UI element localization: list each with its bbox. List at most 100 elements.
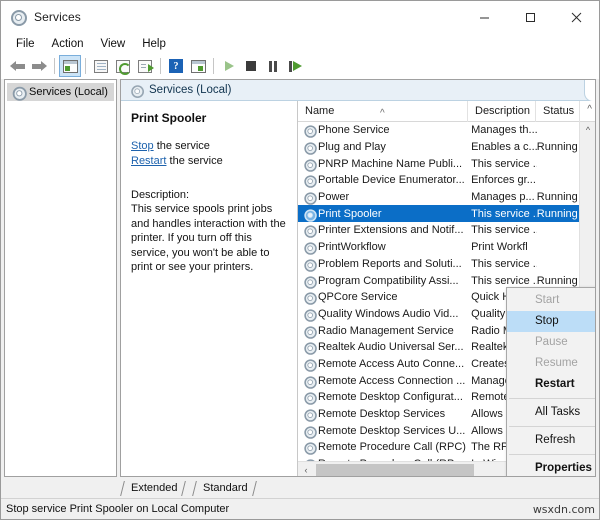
- service-gear-icon: [304, 409, 315, 420]
- service-gear-icon: [304, 392, 315, 403]
- cell-description: This service ...: [471, 258, 537, 270]
- stop-service-icon[interactable]: [240, 55, 262, 77]
- service-gear-icon: [304, 342, 315, 353]
- table-row[interactable]: PrintWorkflowPrint Workfl: [298, 239, 580, 256]
- table-row[interactable]: Plug and PlayEnables a c...Running: [298, 139, 580, 156]
- table-row[interactable]: Print SpoolerThis service ...Running: [298, 205, 580, 222]
- services-window: Services File Action View Help ?: [0, 0, 600, 520]
- context-menu-item-label: Pause: [535, 336, 568, 348]
- cell-service-name: Printer Extensions and Notif...: [318, 224, 471, 236]
- export-list-icon[interactable]: [134, 55, 156, 77]
- context-menu-item-label: All Tasks: [535, 406, 580, 418]
- show-action-pane-icon[interactable]: [187, 55, 209, 77]
- service-gear-icon: [304, 125, 315, 136]
- cell-description: Print Workfl: [471, 241, 537, 253]
- cell-service-name: PNRP Machine Name Publi...: [318, 158, 471, 170]
- table-row[interactable]: Phone ServiceManages th...: [298, 122, 580, 139]
- menu-view[interactable]: View: [93, 36, 135, 52]
- scroll-left-button[interactable]: ‹: [298, 462, 314, 477]
- context-menu-item-restart[interactable]: Restart: [507, 374, 596, 395]
- back-arrow-icon[interactable]: [6, 55, 28, 77]
- cell-service-name: Remote Procedure Call (RPC): [318, 441, 471, 453]
- cell-status: Running: [537, 191, 580, 203]
- table-row[interactable]: Printer Extensions and Notif...This serv…: [298, 222, 580, 239]
- table-row[interactable]: PNRP Machine Name Publi...This service .…: [298, 155, 580, 172]
- window-title: Services: [34, 10, 81, 24]
- service-gear-icon: [304, 225, 315, 236]
- context-menu-item-label: Start: [535, 294, 559, 306]
- start-service-icon[interactable]: [218, 55, 240, 77]
- scroll-up-button[interactable]: ^: [580, 122, 595, 138]
- forward-arrow-icon[interactable]: [28, 55, 50, 77]
- stop-service-link[interactable]: Stop: [131, 140, 154, 152]
- service-gear-icon: [304, 442, 315, 453]
- column-header-description[interactable]: Description: [468, 101, 536, 122]
- service-detail-panel: Print Spooler Stop the service Restart t…: [121, 101, 297, 477]
- cell-description: This service ...: [471, 275, 537, 287]
- scroll-up-caret-icon: ^: [587, 104, 592, 115]
- restart-service-link[interactable]: Restart: [131, 155, 166, 167]
- menu-separator: [509, 398, 596, 399]
- context-menu-item-all-tasks[interactable]: All Tasks>: [507, 402, 596, 423]
- context-menu-item-pause: Pause: [507, 332, 596, 353]
- menu-help[interactable]: Help: [134, 36, 175, 52]
- context-menu-item-properties[interactable]: Properties: [507, 458, 596, 477]
- service-gear-icon: [304, 158, 315, 169]
- service-gear-icon: [304, 425, 315, 436]
- restart-service-suffix: the service: [166, 155, 222, 167]
- column-header-name[interactable]: Name ^: [298, 101, 468, 122]
- toolbar-separator: [54, 58, 55, 74]
- list-header: Name ^ Description Status ^: [298, 101, 595, 122]
- view-tabs: Extended Standard: [120, 479, 596, 498]
- properties-icon[interactable]: [90, 55, 112, 77]
- stop-service-suffix: the service: [154, 140, 210, 152]
- toolbar-separator: [213, 58, 214, 74]
- restart-service-icon[interactable]: [284, 55, 306, 77]
- cell-service-name: Problem Reports and Soluti...: [318, 258, 471, 270]
- cell-service-name: Radio Management Service: [318, 325, 471, 337]
- services-pane: Services (Local) Print Spooler Stop the …: [120, 79, 596, 477]
- refresh-icon[interactable]: [112, 55, 134, 77]
- maximize-button[interactable]: [507, 1, 553, 33]
- cell-service-name: Remote Desktop Services: [318, 408, 471, 420]
- cell-description: This service ...: [471, 224, 537, 236]
- table-row[interactable]: PowerManages p...Running: [298, 189, 580, 206]
- menu-separator: [509, 454, 596, 455]
- console-tree-pane: Services (Local): [4, 79, 117, 477]
- menu-file[interactable]: File: [8, 36, 44, 52]
- context-menu-item-start: Start: [507, 290, 596, 311]
- horizontal-scroll-thumb[interactable]: [316, 464, 474, 476]
- context-menu-item-stop[interactable]: Stop: [507, 311, 596, 332]
- service-gear-icon: [304, 192, 315, 203]
- cell-service-name: Remote Access Auto Conne...: [318, 358, 471, 370]
- cell-service-name: Power: [318, 191, 471, 203]
- column-header-name-label: Name: [305, 105, 334, 117]
- service-gear-icon: [304, 308, 315, 319]
- cell-service-name: Remote Access Connection ...: [318, 375, 471, 387]
- help-icon[interactable]: ?: [165, 55, 187, 77]
- tree-node-services-local[interactable]: Services (Local): [7, 83, 114, 101]
- tree-node-label: Services (Local): [29, 86, 108, 98]
- show-hide-console-tree-icon[interactable]: [59, 55, 81, 77]
- service-gear-icon: [304, 275, 315, 286]
- column-header-status[interactable]: Status: [536, 101, 580, 122]
- cell-service-name: Remote Desktop Services U...: [318, 425, 471, 437]
- cell-service-name: Realtek Audio Universal Ser...: [318, 341, 471, 353]
- menu-action[interactable]: Action: [44, 36, 93, 52]
- tab-extended[interactable]: Extended: [122, 479, 184, 498]
- window-controls: [461, 1, 599, 33]
- description-label: Description:: [131, 189, 289, 201]
- context-menu-item-refresh[interactable]: Refresh: [507, 430, 596, 451]
- services-gear-icon: [12, 86, 24, 98]
- service-gear-icon: [304, 258, 315, 269]
- table-row[interactable]: Problem Reports and Soluti...This servic…: [298, 256, 580, 273]
- service-gear-icon: [304, 292, 315, 303]
- pause-service-icon[interactable]: [262, 55, 284, 77]
- service-gear-icon: [304, 208, 315, 219]
- context-menu-item-label: Stop: [535, 315, 559, 327]
- table-row[interactable]: Portable Device Enumerator...Enforces gr…: [298, 172, 580, 189]
- tab-standard[interactable]: Standard: [194, 479, 255, 498]
- context-menu-item-label: Resume: [535, 357, 578, 369]
- close-button[interactable]: [553, 1, 599, 33]
- minimize-button[interactable]: [461, 1, 507, 33]
